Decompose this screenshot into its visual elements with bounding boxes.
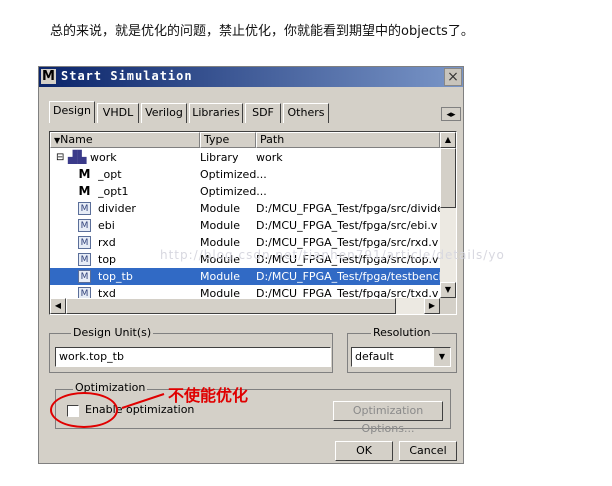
row-name: top <box>98 253 117 266</box>
row-path: D:/MCU_FPGA_Test/fpga/src/divide <box>256 202 440 215</box>
tab-design[interactable]: Design <box>49 101 95 123</box>
column-header-path[interactable]: Path <box>256 132 440 148</box>
row-type: Optimized... <box>200 168 267 181</box>
close-button[interactable]: × <box>444 68 462 86</box>
scroll-up-icon[interactable]: ▲ <box>440 132 456 148</box>
row-type: Module <box>200 202 240 215</box>
row-type: Module <box>200 270 240 283</box>
optimization-options-button[interactable]: Optimization Options... <box>333 401 443 435</box>
module-icon: M <box>78 202 91 215</box>
list-item[interactable]: ⊟ ▟▙ work Library work <box>50 149 440 166</box>
row-path: work <box>256 151 283 164</box>
list-item[interactable]: Mtop_tb Module D:/MCU_FPGA_Test/fpga/testb… <box>50 268 440 285</box>
module-icon: M <box>78 270 91 283</box>
row-name: rxd <box>98 236 116 249</box>
horizontal-scrollbar[interactable]: ◀ ▶ <box>50 298 440 314</box>
list-item[interactable]: M _opt1 Optimized... <box>50 183 440 200</box>
row-name: _opt1 <box>98 185 129 198</box>
row-name: top_tb <box>98 270 133 283</box>
column-header-type[interactable]: Type <box>200 132 256 148</box>
scroll-corner <box>440 298 456 314</box>
row-name: ebi <box>98 219 115 232</box>
tab-others[interactable]: Others <box>283 103 329 123</box>
tab-verilog[interactable]: Verilog <box>141 103 187 123</box>
design-unit-label: Design Unit(s) <box>71 326 154 339</box>
annotation-arrow-icon <box>121 393 165 409</box>
resolution-select[interactable]: default ▼ <box>351 347 451 367</box>
module-icon: M <box>78 236 91 249</box>
column-header-name-label: Name <box>60 133 93 146</box>
tab-vhdl[interactable]: VHDL <box>97 103 139 123</box>
vertical-scrollbar[interactable]: ▲ ▼ <box>440 132 456 298</box>
optimized-icon: M <box>78 167 91 181</box>
optimized-icon: M <box>78 184 91 198</box>
library-icon: ▟▙ <box>68 150 87 164</box>
module-icon: M <box>78 219 91 232</box>
row-name: _opt <box>98 168 122 181</box>
annotation-text: 不使能优化 <box>168 386 249 405</box>
window-title: Start Simulation <box>61 69 193 83</box>
module-icon: M <box>78 253 91 266</box>
library-list[interactable]: ▼Name Type Path ⊟ ▟▙ work Library work M _opt O… <box>49 131 457 315</box>
tab-sdf[interactable]: SDF <box>245 103 281 123</box>
row-path: D:/MCU_FPGA_Test/fpga/src/ebi.v <box>256 219 438 232</box>
scroll-left-icon[interactable]: ◀ <box>50 298 66 314</box>
modelsim-logo-icon: M <box>41 69 56 84</box>
dropdown-arrow-icon[interactable]: ▼ <box>434 348 450 366</box>
list-item[interactable]: M _opt Optimized... <box>50 166 440 183</box>
tree-collapse-icon[interactable]: ⊟ <box>56 149 64 166</box>
tab-libraries[interactable]: Libraries <box>189 103 243 123</box>
ok-button[interactable]: OK <box>335 441 393 461</box>
annotation-circle <box>50 392 118 428</box>
column-header-name[interactable]: ▼Name <box>50 132 200 148</box>
page-caption: 总的来说，就是优化的问题，禁止优化，你就能看到期望中的objects了。 <box>50 24 474 39</box>
blog-watermark: http://blog.csdn.net/tianhen791/article/… <box>160 248 505 262</box>
horizontal-scroll-thumb[interactable] <box>66 298 396 314</box>
row-type: Library <box>200 151 239 164</box>
vertical-scroll-thumb[interactable] <box>440 148 456 208</box>
row-type: Optimized... <box>200 185 267 198</box>
list-item[interactable]: Mdivider Module D:/MCU_FPGA_Test/fpga/src/… <box>50 200 440 217</box>
cancel-button[interactable]: Cancel <box>399 441 457 461</box>
design-unit-input[interactable]: work.top_tb <box>55 347 331 367</box>
list-item[interactable]: Mebi Module D:/MCU_FPGA_Test/fpga/src/ebi.… <box>50 217 440 234</box>
row-path: D:/MCU_FPGA_Test/fpga/testbench <box>256 270 440 283</box>
resolution-value: default <box>355 350 394 363</box>
resolution-label: Resolution <box>371 326 433 339</box>
scroll-down-icon[interactable]: ▼ <box>440 282 456 298</box>
title-bar[interactable]: M Start Simulation × <box>39 67 463 87</box>
tab-scroll-arrows[interactable]: ◂▸ <box>441 107 461 121</box>
row-name: divider <box>98 202 136 215</box>
row-type: Module <box>200 219 240 232</box>
row-name: work <box>90 151 117 164</box>
scroll-right-icon[interactable]: ▶ <box>424 298 440 314</box>
